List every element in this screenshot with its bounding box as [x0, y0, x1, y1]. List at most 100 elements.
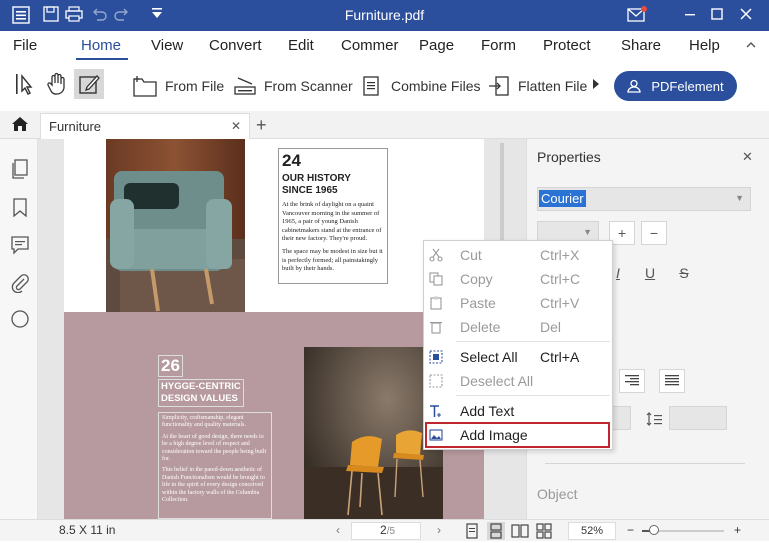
page-number-input[interactable]: 2/5	[351, 522, 421, 540]
active-menu-indicator	[76, 58, 128, 60]
history-text-box[interactable]: 24 OUR HISTORY SINCE 1965 At the brink o…	[278, 148, 388, 284]
menu-item-add-text[interactable]: Add Text	[424, 399, 612, 423]
edit-tool-icon[interactable]	[74, 69, 104, 99]
font-family-select[interactable]: Courier ▼	[537, 187, 751, 211]
add-image-highlight	[425, 422, 610, 448]
attachment-icon[interactable]	[10, 273, 30, 294]
font-family-value: Courier	[539, 190, 586, 207]
from-scanner-label: From Scanner	[264, 78, 353, 94]
from-file-icon	[133, 76, 157, 97]
search-icon[interactable]	[10, 309, 30, 329]
cut-shortcut: Ctrl+X	[540, 247, 580, 263]
select-tool-icon[interactable]	[10, 69, 40, 99]
menu-item-copy[interactable]: Copy Ctrl+C	[424, 267, 612, 291]
hygge-paragraph-1: Simplicity, craftsmanship, elegant funct…	[162, 415, 246, 429]
line-spacing-input[interactable]	[669, 406, 727, 430]
zoom-level[interactable]: 52%	[568, 522, 616, 540]
from-scanner-button[interactable]: From Scanner	[234, 73, 353, 99]
tab-close-icon[interactable]: ✕	[231, 119, 241, 133]
vertical-scrollbar[interactable]	[500, 143, 504, 243]
copy-label: Copy	[460, 271, 493, 287]
zoom-slider-knob[interactable]	[649, 525, 660, 535]
next-page-icon[interactable]: ›	[437, 523, 441, 537]
zoom-in-button[interactable]: +	[734, 523, 741, 537]
combine-files-label: Combine Files	[391, 78, 481, 94]
maximize-icon[interactable]	[707, 5, 727, 25]
page-size: 8.5 X 11 in	[59, 523, 116, 537]
home-icon[interactable]	[11, 116, 29, 135]
paste-shortcut: Ctrl+V	[540, 295, 580, 311]
close-icon[interactable]	[736, 5, 756, 25]
menu-edit[interactable]: Edit	[288, 37, 314, 54]
combine-files-icon	[363, 76, 379, 96]
underline-button[interactable]: U	[637, 262, 663, 286]
hand-tool-icon[interactable]	[42, 69, 72, 99]
pdfelement-label: PDFelement	[651, 78, 724, 94]
properties-divider	[545, 463, 745, 464]
menu-protect[interactable]: Protect	[543, 37, 591, 54]
menu-separator	[456, 395, 610, 396]
align-right-button[interactable]	[619, 369, 645, 393]
bookmark-icon[interactable]	[10, 197, 30, 218]
menu-file[interactable]: File	[13, 37, 37, 54]
left-sidebar	[0, 139, 38, 519]
history-paragraph-1: At the brink of daylight on a quaint Van…	[282, 201, 382, 243]
armchair-photo[interactable]	[106, 139, 245, 329]
two-page-view-icon[interactable]	[511, 522, 529, 540]
tab-label: Furniture	[49, 119, 102, 134]
add-text-icon	[429, 404, 443, 418]
menu-share[interactable]: Share	[621, 37, 661, 54]
collapse-ribbon-icon[interactable]	[745, 39, 757, 54]
align-right-icon	[625, 375, 639, 386]
pdfelement-button[interactable]: PDFelement	[614, 71, 737, 101]
decrease-font-size-button[interactable]: −	[641, 221, 667, 245]
toolbar-more-icon[interactable]	[592, 78, 600, 93]
menu-help[interactable]: Help	[689, 37, 720, 54]
menu-item-select-all[interactable]: Select All Ctrl+A	[424, 345, 612, 369]
add-text-label: Add Text	[460, 403, 515, 419]
menu-home[interactable]: Home	[81, 37, 121, 54]
menu-page[interactable]: Page	[419, 37, 454, 54]
delete-label: Delete	[460, 319, 501, 335]
menu-view[interactable]: View	[151, 37, 183, 54]
continuous-view-icon[interactable]	[487, 522, 505, 540]
menu-item-paste[interactable]: Paste Ctrl+V	[424, 291, 612, 315]
flatten-file-button[interactable]: Flatten File	[488, 73, 587, 99]
object-section-label: Object	[537, 486, 578, 502]
history-heading-2: SINCE 1965	[282, 185, 338, 196]
from-file-button[interactable]: From File	[133, 73, 224, 99]
from-file-label: From File	[165, 78, 225, 94]
strikethrough-button[interactable]: S	[671, 262, 697, 286]
tab-furniture[interactable]: Furniture ✕	[40, 113, 250, 139]
hygge-heading-2: DESIGN VALUES	[161, 393, 238, 404]
justify-button[interactable]	[659, 369, 685, 393]
menu-item-deselect-all[interactable]: Deselect All	[424, 369, 612, 393]
menu-item-delete[interactable]: Delete Del	[424, 315, 612, 339]
thumbnails-icon[interactable]	[10, 159, 30, 179]
paste-label: Paste	[460, 295, 496, 311]
hygge-heading[interactable]: HYGGE-CENTRIC DESIGN VALUES	[158, 379, 244, 407]
menu-form[interactable]: Form	[481, 37, 516, 54]
mail-icon[interactable]	[627, 6, 647, 24]
comment-icon[interactable]	[10, 235, 30, 255]
menu-item-cut[interactable]: Cut Ctrl+X	[424, 243, 612, 267]
new-tab-icon[interactable]: +	[256, 115, 267, 136]
scissors-icon	[429, 248, 443, 262]
select-all-icon	[429, 350, 443, 364]
hygge-text-box[interactable]: Simplicity, craftsmanship, elegant funct…	[158, 412, 272, 519]
hygge-number[interactable]: 26	[158, 355, 183, 377]
zoom-out-button[interactable]: −	[627, 523, 634, 537]
menu-separator	[456, 341, 610, 342]
pdf-page[interactable]: 24 OUR HISTORY SINCE 1965 At the brink o…	[64, 139, 484, 519]
previous-page-icon[interactable]: ‹	[336, 523, 340, 537]
combine-files-button[interactable]: Combine Files	[361, 73, 480, 99]
scanner-icon	[234, 77, 256, 95]
title-bar: Furniture.pdf	[0, 0, 769, 31]
single-page-view-icon[interactable]	[463, 522, 481, 540]
menu-convert[interactable]: Convert	[209, 37, 262, 54]
menu-comment[interactable]: Commer	[341, 37, 399, 54]
properties-close-icon[interactable]: ✕	[742, 149, 753, 165]
grid-view-icon[interactable]	[535, 522, 553, 540]
minimize-icon[interactable]	[680, 5, 700, 25]
history-number: 24	[282, 151, 301, 170]
